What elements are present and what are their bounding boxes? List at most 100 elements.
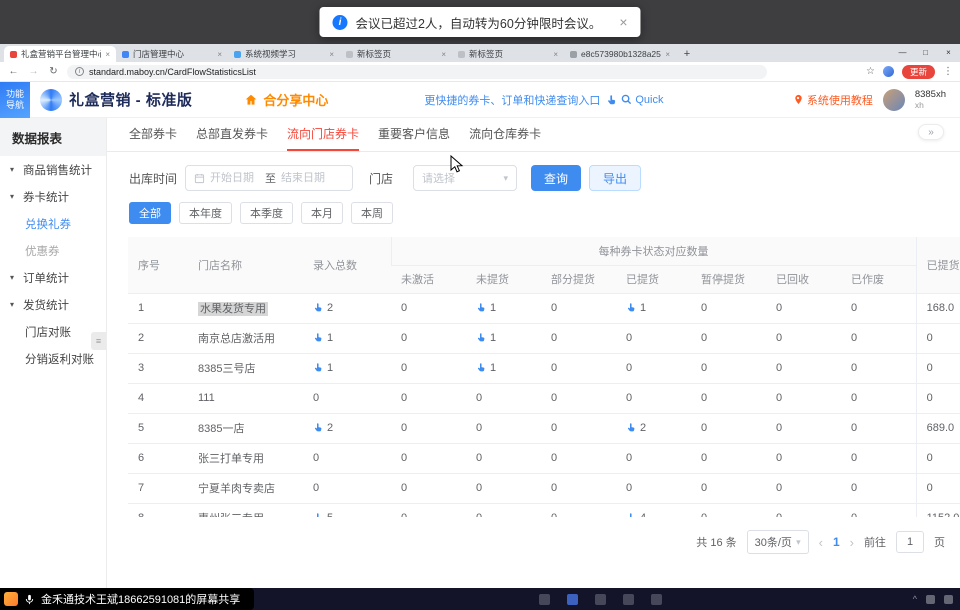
cell-amount: 0 <box>916 323 960 353</box>
goto-page-input[interactable] <box>896 531 924 553</box>
sidebar-item-distribution-rebate[interactable]: 分销返利对账 <box>0 345 106 372</box>
tab-close-icon[interactable]: × <box>665 50 670 59</box>
cell-partial: 0 <box>541 293 616 323</box>
sidebar-item-label: 优惠券 <box>25 243 60 259</box>
cell-picked: 0 <box>616 353 691 383</box>
meeting-app-icon[interactable] <box>4 592 18 606</box>
cell-recycled: 0 <box>766 323 841 353</box>
favicon <box>570 51 577 58</box>
browser-tab-2[interactable]: 门店管理中心 × <box>116 46 228 62</box>
tray-expand-icon[interactable]: ^ <box>913 594 917 604</box>
cell-index: 6 <box>128 443 188 473</box>
tab-close-icon[interactable]: × <box>553 50 558 59</box>
browser-update-button[interactable]: 更新 <box>902 65 935 79</box>
taskbar-app-icon[interactable] <box>651 594 662 605</box>
quick-filter-month[interactable]: 本月 <box>301 202 343 224</box>
share-center-label: 合分享中心 <box>263 90 328 109</box>
browser-tab-6[interactable]: e8c573980b1328a258fd2a6l × <box>564 46 676 62</box>
tab-warehouse-flow-cards[interactable]: 流向仓库券卡 <box>469 125 541 151</box>
export-button[interactable]: 导出 <box>589 165 641 191</box>
forward-icon[interactable]: → <box>27 66 40 77</box>
cell-unpicked: 1 <box>466 293 541 323</box>
taskbar-app-icon[interactable] <box>623 594 634 605</box>
search-button[interactable]: 查询 <box>531 165 581 191</box>
cell-store: 南京总店激活用 <box>188 323 303 353</box>
end-date-input[interactable] <box>281 172 331 184</box>
tab-key-customer-info[interactable]: 重要客户信息 <box>378 125 450 151</box>
tab-all-cards[interactable]: 全部券卡 <box>129 125 177 151</box>
sidebar-collapse-handle[interactable]: ≡ <box>91 332 106 350</box>
tab-title: 新标签页 <box>357 48 437 60</box>
tab-close-icon[interactable]: × <box>105 50 110 59</box>
quick-search[interactable]: Quick <box>606 94 663 106</box>
maximize-button[interactable]: □ <box>914 44 937 62</box>
cell-partial: 0 <box>541 353 616 383</box>
desktop-background: i 会议已超过2人，自动转为60分钟限时会议。 × <box>0 0 960 44</box>
cell-inactive: 0 <box>391 413 466 443</box>
browser-tab-3[interactable]: 系统视频学习 × <box>228 46 340 62</box>
sidebar-item-label: 券卡统计 <box>23 189 69 205</box>
share-center-link[interactable]: 合分享中心 <box>244 90 328 109</box>
sidebar-item-discount-coupon[interactable]: 优惠券 <box>0 237 106 264</box>
quick-filter-week[interactable]: 本周 <box>351 202 393 224</box>
promo-link[interactable]: 更快捷的券卡、订单和快递查询入口 <box>424 92 600 108</box>
browser-tab-4[interactable]: 新标签页 × <box>340 46 452 62</box>
cell-inactive: 0 <box>391 473 466 503</box>
tray-icon[interactable] <box>944 595 953 604</box>
sidebar-item-card-stats[interactable]: ▾ 券卡统计 <box>0 183 106 210</box>
close-icon[interactable]: × <box>619 14 627 30</box>
tab-hq-direct-cards[interactable]: 总部直发券卡 <box>196 125 268 151</box>
col-total-entered: 录入总数 <box>303 237 391 293</box>
back-icon[interactable]: ← <box>7 66 20 77</box>
user-avatar[interactable] <box>883 89 905 111</box>
browser-tab-5[interactable]: 新标签页 × <box>452 46 564 62</box>
reload-icon[interactable]: ↻ <box>47 66 60 77</box>
cell-paused: 0 <box>691 293 766 323</box>
window-close-button[interactable]: × <box>937 44 960 62</box>
browser-tab-1[interactable]: 礼盒营销平台管理中心 × <box>4 46 116 62</box>
taskbar-app-icon[interactable] <box>595 594 606 605</box>
sidebar-item-product-sales[interactable]: ▾ 商品销售统计 <box>0 156 106 183</box>
taskbar-app-icon[interactable] <box>567 594 578 605</box>
tab-close-icon[interactable]: × <box>329 50 334 59</box>
minimize-button[interactable]: — <box>891 44 914 62</box>
url-bar[interactable]: i standard.maboy.cn/CardFlowStatisticsLi… <box>67 65 767 79</box>
sidebar-item-shipping-stats[interactable]: ▾ 发货统计 <box>0 291 106 318</box>
cell-paused: 0 <box>691 443 766 473</box>
table-row: 6 张三打单专用 0 0 0 0 0 0 0 0 <box>128 443 960 473</box>
function-nav-toggle[interactable]: 功能 导航 <box>0 82 30 118</box>
sidebar-item-redeem-coupon[interactable]: 兑换礼券 <box>0 210 106 237</box>
sidebar-item-order-stats[interactable]: ▾ 订单统计 <box>0 264 106 291</box>
user-info: 8385xh xh <box>915 89 946 111</box>
page-size-value: 30条/页 <box>755 534 792 550</box>
store-select[interactable]: 请选择 ▾ <box>413 165 517 191</box>
cell-unpicked: 0 <box>466 413 541 443</box>
quick-filter-all[interactable]: 全部 <box>129 202 171 224</box>
browser-menu-icon[interactable]: ⋮ <box>943 66 953 77</box>
col-paused: 暂停提货 <box>691 265 766 293</box>
prev-page-button[interactable]: ‹ <box>819 535 823 550</box>
quick-filter-year[interactable]: 本年度 <box>179 202 232 224</box>
profile-avatar[interactable] <box>883 66 894 77</box>
sidebar: 数据报表 ▾ 商品销售统计 ▾ 券卡统计 兑换礼券 优惠券 <box>0 118 107 588</box>
tutorial-link[interactable]: 系统使用教程 <box>793 92 873 108</box>
tab-close-icon[interactable]: × <box>441 50 446 59</box>
next-page-button[interactable]: › <box>850 535 854 550</box>
tab-title: 新标签页 <box>469 48 549 60</box>
start-date-input[interactable] <box>210 172 260 184</box>
cell-index: 2 <box>128 323 188 353</box>
tab-store-flow-cards[interactable]: 流向门店券卡 <box>287 125 359 151</box>
tab-close-icon[interactable]: × <box>217 50 222 59</box>
cell-voided: 0 <box>841 413 916 443</box>
taskbar-app-icon[interactable] <box>539 594 550 605</box>
quick-filter-quarter[interactable]: 本季度 <box>240 202 293 224</box>
panel-collapse-icon[interactable]: » <box>918 124 944 140</box>
site-info-icon[interactable]: i <box>75 67 84 76</box>
date-range-picker[interactable]: 至 <box>185 165 353 191</box>
page-size-select[interactable]: 30条/页 ▾ <box>747 530 809 554</box>
bookmark-star-icon[interactable]: ☆ <box>866 66 875 77</box>
cell-recycled: 0 <box>766 473 841 503</box>
tray-icon[interactable] <box>926 595 935 604</box>
new-tab-button[interactable]: + <box>679 46 695 61</box>
page-number-1[interactable]: 1 <box>833 535 840 549</box>
